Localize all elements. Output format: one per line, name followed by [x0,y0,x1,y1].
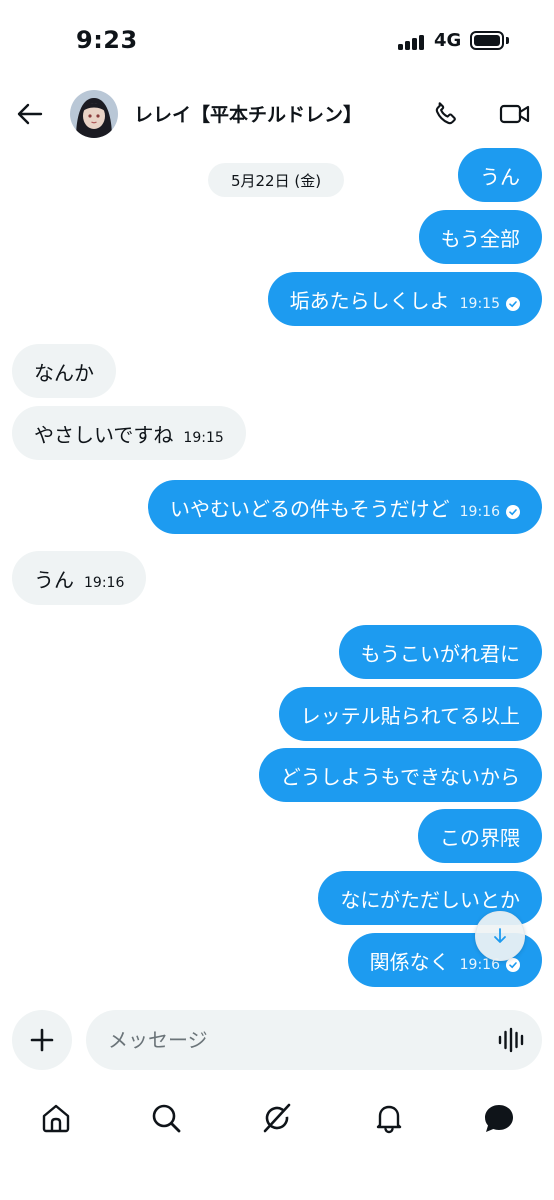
message-time: 19:16 [84,575,125,591]
search-icon [152,1104,181,1133]
avatar-image [70,90,118,138]
message-input[interactable] [86,1010,542,1070]
voice-message-button[interactable] [494,1024,528,1056]
scroll-to-bottom-button[interactable] [475,911,525,961]
message-bubble-outgoing[interactable]: レッテル貼られてる以上 [278,687,542,741]
message-time: 19:16 [459,504,500,520]
message-text: もう全部 [440,226,520,251]
message-bubble-outgoing[interactable]: 垢あたらしくしよ 19:15 [267,272,542,326]
message-text: 関係なく [369,949,450,974]
message-text: 垢あたらしくしよ [289,288,450,313]
nav-messages[interactable] [479,1098,519,1138]
arrow-down-icon [494,928,506,943]
network-type: 4G [434,30,462,51]
message-bubble-outgoing[interactable]: この界隈 [418,809,542,863]
message-text: なんか [34,360,94,385]
video-camera-icon [499,104,530,124]
message-bubble-outgoing[interactable]: うん [458,148,542,202]
message-bubble-outgoing[interactable]: いやむいどるの件もそうだけど 19:16 [148,480,542,534]
message-text: いやむいどるの件もそうだけど [170,496,450,521]
read-receipt-icon [506,958,520,972]
conversation-header: レレイ【平本チルドレン】 [0,84,554,144]
status-time: 9:23 [76,26,138,54]
message-text: レッテル貼られてる以上 [300,703,520,728]
nav-grok[interactable] [257,1098,297,1138]
message-text: もうこいがれ君に [360,641,520,666]
video-call-button[interactable] [496,96,534,132]
message-bubble-incoming[interactable]: なんか [12,344,116,398]
add-attachment-button[interactable] [12,1010,72,1070]
status-bar: 9:23 4G [0,0,554,84]
message-text: うん [480,164,520,189]
message-text: うん [34,567,74,592]
voice-call-button[interactable] [428,96,464,132]
bottom-navigation [0,1090,554,1146]
messages-icon [485,1105,513,1132]
battery-icon [470,31,504,50]
message-bubble-outgoing[interactable]: もうこいがれ君に [338,625,542,679]
message-bubble-outgoing[interactable]: もう全部 [418,210,542,264]
message-composer [0,1008,554,1074]
message-thread[interactable]: 5月22日 (金) うん もう全部 垢あたらしくしよ 19:15 なんか やさし… [0,144,554,1004]
message-text: なにがただしいとか [340,887,520,912]
nav-notifications[interactable] [369,1098,409,1138]
grok-icon [263,1103,291,1133]
home-icon [42,1104,70,1133]
contact-name[interactable]: レレイ【平本チルドレン】 [134,100,362,127]
read-receipt-icon [506,505,520,519]
arrow-left-icon [17,103,43,125]
home-indicator [142,1178,412,1184]
phone-icon [435,102,456,125]
message-time: 19:15 [459,296,500,312]
audio-waveform-icon [498,1027,524,1053]
battery-cap [506,37,509,44]
plus-icon [30,1028,54,1052]
back-button[interactable] [12,96,48,132]
message-text: やさしいですね [34,422,174,447]
message-bubble-incoming[interactable]: うん 19:16 [12,551,147,605]
avatar[interactable] [70,90,118,138]
notifications-icon [376,1105,402,1134]
nav-home[interactable] [36,1098,76,1138]
message-text: この界隈 [440,825,520,850]
date-separator: 5月22日 (金) [208,163,344,197]
message-time: 19:15 [183,430,224,446]
cellular-signal-icon [398,34,428,50]
message-bubble-outgoing[interactable]: どうしようもできないから [258,748,542,802]
message-text: どうしようもできないから [280,764,520,789]
read-receipt-icon [506,297,520,311]
message-bubble-incoming[interactable]: やさしいですね 19:15 [12,406,246,460]
nav-search[interactable] [146,1098,186,1138]
